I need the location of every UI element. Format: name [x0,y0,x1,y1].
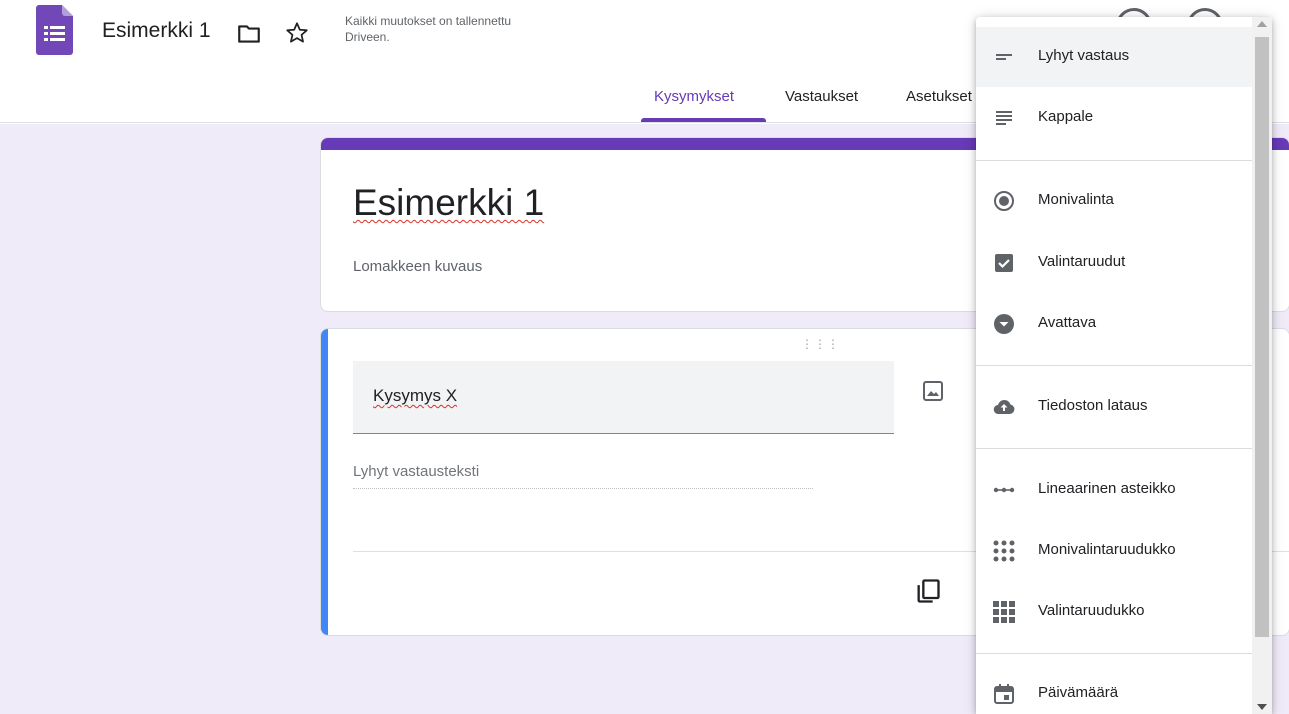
menu-item-multiple-choice-grid[interactable]: Monivalintaruudukko [976,521,1252,581]
radio-icon [994,191,1014,211]
tab-responses[interactable]: Vastaukset [785,88,858,105]
menu-item-checkbox-grid[interactable]: Valintaruudukko [976,582,1252,642]
menu-item-dropdown[interactable]: Avattava [976,294,1252,354]
checkbox-grid-icon [993,601,1015,623]
menu-item-label: Monivalinta [1038,191,1114,208]
cloud-upload-icon [993,400,1015,415]
linear-scale-icon [993,487,1015,493]
form-title[interactable]: Esimerkki 1 [353,182,544,224]
question-title-input[interactable]: Kysymys X [353,361,894,434]
menu-item-linear-scale[interactable]: Lineaarinen asteikko [976,460,1252,520]
menu-item-date[interactable]: Päivämäärä [976,664,1252,714]
menu-item-file-upload[interactable]: Tiedoston lataus [976,377,1252,437]
dropdown-icon [994,314,1014,334]
short-answer-placeholder: Lyhyt vastausteksti [353,463,813,489]
calendar-icon [994,684,1014,704]
scroll-down-arrow-icon[interactable] [1257,704,1267,710]
forms-logo-icon[interactable] [36,5,73,55]
menu-separator [976,365,1252,366]
short-answer-icon [996,54,1012,60]
tab-settings[interactable]: Asetukset [906,88,972,105]
menu-item-label: Tiedoston lataus [1038,397,1148,414]
tab-questions[interactable]: Kysymykset [654,88,734,105]
scroll-up-arrow-icon[interactable] [1257,21,1267,27]
menu-item-short-answer[interactable]: Lyhyt vastaus [976,27,1252,87]
menu-item-label: Päivämäärä [1038,684,1119,701]
menu-item-label: Valintaruudukko [1038,602,1145,619]
duplicate-icon[interactable] [914,577,942,605]
add-image-icon[interactable] [921,379,945,403]
menu-separator [976,653,1252,654]
menu-item-label: Avattava [1038,314,1097,331]
multiple-choice-grid-icon [993,540,1015,562]
checkbox-icon [995,254,1013,272]
form-description[interactable]: Lomakkeen kuvaus [353,258,482,275]
menu-separator [976,448,1252,449]
folder-icon[interactable] [236,21,262,47]
menu-item-label: Lineaarinen asteikko [1038,480,1176,497]
menu-item-label: Lyhyt vastaus [1038,47,1130,64]
scrollbar-thumb[interactable] [1255,37,1269,637]
menu-item-multiple-choice[interactable]: Monivalinta [976,171,1252,231]
menu-item-paragraph[interactable]: Kappale [976,88,1252,148]
active-question-indicator [321,329,328,635]
menu-scrollbar[interactable] [1252,17,1272,714]
document-title[interactable]: Esimerkki 1 [102,19,211,43]
menu-item-checkboxes[interactable]: Valintaruudut [976,233,1252,293]
paragraph-icon [996,111,1012,125]
menu-item-label: Valintaruudut [1038,253,1126,270]
drag-handle-icon[interactable]: ⋮⋮⋮ [801,337,840,351]
question-type-menu: Lyhyt vastaus Kappale Monivalinta Valint… [976,17,1272,714]
star-icon[interactable] [284,20,310,46]
save-status-text: Kaikki muutokset on tallennettu Driveen. [345,14,512,44]
question-title-text[interactable]: Kysymys X [373,386,457,406]
active-tab-indicator [641,118,766,122]
menu-item-label: Kappale [1038,108,1094,125]
menu-item-label: Monivalintaruudukko [1038,541,1176,558]
menu-separator [976,160,1252,161]
